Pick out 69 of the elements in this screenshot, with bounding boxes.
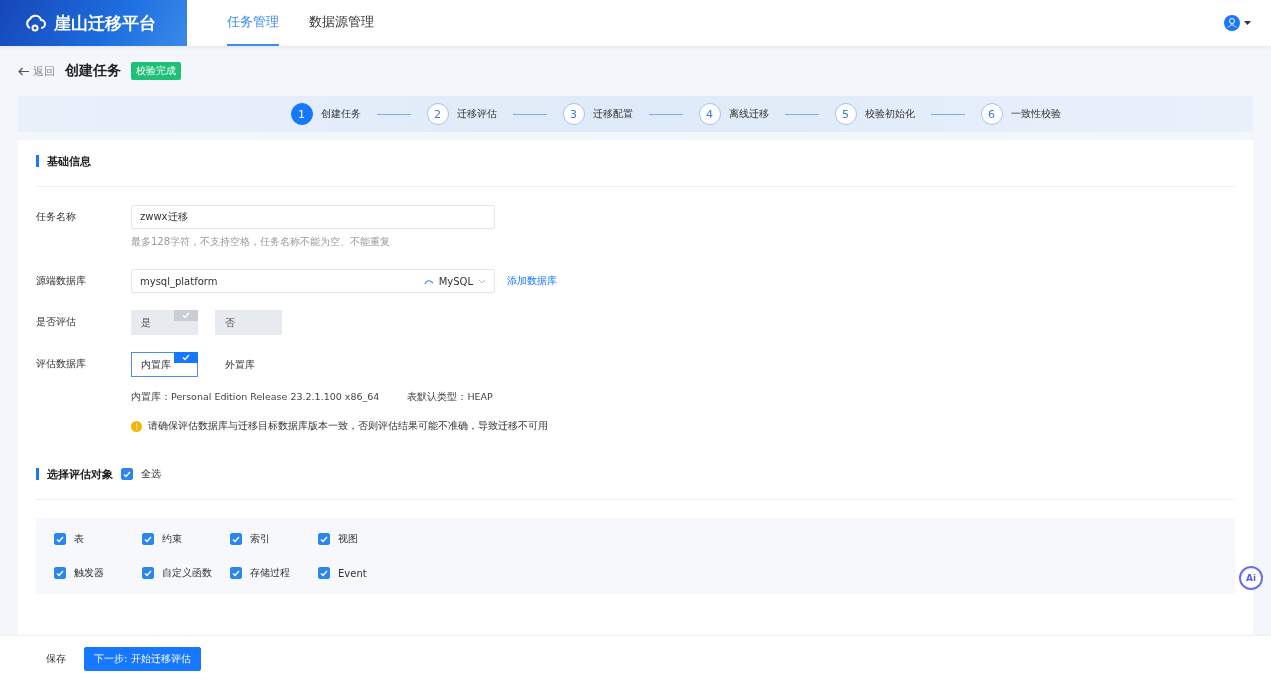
- step-label: 迁移评估: [456, 107, 497, 121]
- option-card[interactable]: 内置库: [131, 352, 198, 377]
- check-icon: [56, 535, 64, 543]
- check-icon: [182, 354, 190, 361]
- warning-text: 请确保评估数据库与迁移目标数据库版本一致，否则评估结果可能不准确，导致迁移不可用: [148, 420, 548, 433]
- user-avatar-icon[interactable]: [1224, 15, 1240, 31]
- field-label: 源端数据库: [36, 274, 87, 288]
- nav-tab[interactable]: 数据源管理: [309, 0, 374, 46]
- checkbox[interactable]: [54, 533, 66, 545]
- back-arrow-icon[interactable]: [18, 66, 30, 76]
- checkbox-label: 存储过程: [250, 566, 290, 580]
- checkbox[interactable]: [230, 567, 242, 579]
- checkbox[interactable]: [318, 533, 330, 545]
- warning-icon: [131, 421, 142, 432]
- checkbox[interactable]: [142, 533, 154, 545]
- source-db-select[interactable]: mysql_platform MySQL: [131, 269, 495, 293]
- step-number: 5: [834, 103, 857, 125]
- check-icon: [232, 569, 240, 577]
- task-name-field[interactable]: zwwx迁移: [131, 205, 495, 229]
- check-icon: [232, 535, 240, 543]
- section-title: 基础信息: [47, 153, 91, 169]
- caret-icon[interactable]: [1244, 21, 1251, 25]
- checkbox-label: Event: [338, 567, 367, 579]
- check-icon: [56, 569, 64, 577]
- nav-tab[interactable]: 任务管理: [227, 0, 279, 46]
- info-text: 内置库：Personal Edition Release 23.2.1.100 x86_64: [131, 391, 380, 404]
- step-label: 创建任务: [320, 107, 361, 121]
- field-label: 是否评估: [36, 315, 77, 329]
- checkbox[interactable]: [230, 533, 242, 545]
- chevron-down-icon: [478, 278, 486, 284]
- step-label: 离线迁移: [728, 107, 769, 121]
- ai-assistant-button[interactable]: Ai: [1239, 566, 1263, 590]
- field-label: 任务名称: [36, 210, 77, 224]
- check-icon: [144, 535, 152, 543]
- status-badge: 校验完成: [131, 62, 181, 80]
- checkbox[interactable]: [54, 567, 66, 579]
- checkbox-label: 自定义函数: [162, 566, 212, 580]
- check-icon: [182, 312, 190, 319]
- checkbox-label: 索引: [250, 532, 270, 546]
- check-icon: [320, 569, 328, 577]
- field-label: 评估数据库: [36, 357, 87, 371]
- cloud-logo-icon: [24, 13, 46, 33]
- checkbox-label: 约束: [162, 532, 182, 546]
- step-number: 3: [562, 103, 585, 125]
- step-label: 校验初始化: [864, 107, 915, 121]
- checkbox-label: 视图: [338, 532, 358, 546]
- check-icon: [320, 535, 328, 543]
- section-title: 选择评估对象: [47, 466, 113, 482]
- step-number: 2: [426, 103, 449, 125]
- step-label: 迁移配置: [592, 107, 633, 121]
- back-link[interactable]: 返回: [18, 63, 55, 79]
- checkbox-label: 全选: [141, 467, 161, 481]
- add-database-link[interactable]: 添加数据库: [507, 269, 557, 293]
- step-number: 6: [980, 103, 1003, 125]
- check-icon: [144, 569, 152, 577]
- step-number: 1: [290, 103, 313, 125]
- checkbox[interactable]: [318, 567, 330, 579]
- step-number: 4: [698, 103, 721, 125]
- brand-name: 崖山迁移平台: [54, 11, 156, 35]
- checkbox[interactable]: [121, 468, 133, 480]
- checkbox[interactable]: [142, 567, 154, 579]
- page-title: 创建任务: [65, 62, 121, 80]
- check-icon: [123, 470, 131, 478]
- field-hint: 最多128字符，不支持空格，任务名称不能为空、不能重复: [131, 235, 392, 249]
- step-label: 一致性校验: [1010, 107, 1061, 121]
- checkbox-label: 表: [74, 532, 84, 546]
- next-step-button[interactable]: 下一步: 开始迁移评估: [84, 646, 201, 671]
- checkbox-label: 触发器: [74, 566, 104, 580]
- info-text: 表默认类型：HEAP: [407, 391, 493, 404]
